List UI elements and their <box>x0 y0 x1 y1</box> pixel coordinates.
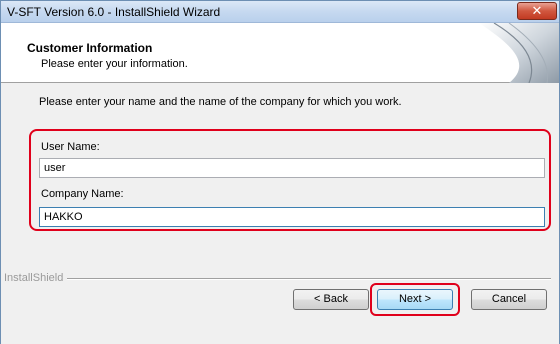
cancel-button[interactable]: Cancel <box>471 289 547 310</box>
footer-divider-highlight <box>67 279 551 280</box>
back-button[interactable]: < Back <box>293 289 369 310</box>
wizard-body: Please enter your name and the name of t… <box>1 84 559 344</box>
wizard-header: Customer Information Please enter your i… <box>1 23 559 83</box>
window-title: V-SFT Version 6.0 - InstallShield Wizard <box>7 5 221 19</box>
close-button[interactable]: ✕ <box>517 2 557 20</box>
wizard-header-art <box>479 23 559 83</box>
user-name-label: User Name: <box>41 141 100 153</box>
next-highlight <box>370 283 460 316</box>
close-icon: ✕ <box>531 3 543 18</box>
page-subtitle: Please enter your information. <box>41 58 188 70</box>
company-name-label: Company Name: <box>41 188 124 200</box>
title-bar[interactable]: V-SFT Version 6.0 - InstallShield Wizard… <box>1 1 559 23</box>
company-name-input[interactable] <box>39 207 545 227</box>
installshield-brand: InstallShield <box>4 272 64 284</box>
installer-window: V-SFT Version 6.0 - InstallShield Wizard… <box>0 0 560 344</box>
user-name-input[interactable] <box>39 158 545 178</box>
instruction-text: Please enter your name and the name of t… <box>39 96 402 108</box>
page-title: Customer Information <box>27 41 153 55</box>
